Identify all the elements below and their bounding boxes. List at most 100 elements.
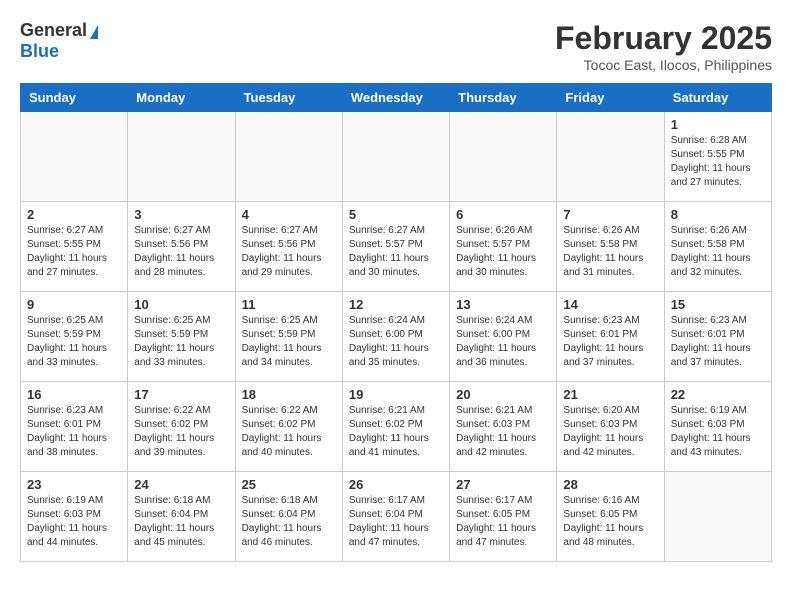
day-cell: 18 Sunrise: 6:22 AMSunset: 6:02 PMDayligh… [235, 382, 342, 472]
header-wednesday: Wednesday [342, 84, 449, 112]
day-info: Sunrise: 6:18 AMSunset: 6:04 PMDaylight:… [242, 494, 336, 550]
header-monday: Monday [128, 84, 235, 112]
day-info: Sunrise: 6:17 AMSunset: 6:05 PMDaylight:… [456, 494, 550, 550]
day-cell [235, 112, 342, 202]
day-number: 27 [456, 477, 550, 492]
day-cell: 27 Sunrise: 6:17 AMSunset: 6:05 PMDayligh… [450, 472, 557, 562]
day-cell [21, 112, 128, 202]
day-number: 18 [242, 387, 336, 402]
day-number: 1 [671, 117, 765, 132]
day-info: Sunrise: 6:23 AMSunset: 6:01 PMDaylight:… [563, 314, 657, 370]
day-cell: 14Sunrise: 6:23 AMSunset: 6:01 PMDayligh… [557, 292, 664, 382]
day-cell: 22 Sunrise: 6:19 AMSunset: 6:03 PMDayligh… [664, 382, 771, 472]
day-number: 26 [349, 477, 443, 492]
week-row-3: 9Sunrise: 6:25 AMSunset: 5:59 PMDaylight… [21, 292, 772, 382]
day-number: 6 [456, 207, 550, 222]
day-cell: 8Sunrise: 6:26 AMSunset: 5:58 PMDaylight… [664, 202, 771, 292]
day-info: Sunrise: 6:23 AMSunset: 6:01 PMDaylight:… [671, 314, 765, 370]
header-thursday: Thursday [450, 84, 557, 112]
logo-top: General [20, 20, 98, 41]
day-number: 23 [27, 477, 121, 492]
day-info: Sunrise: 6:27 AMSunset: 5:55 PMDaylight:… [27, 224, 121, 280]
day-info: Sunrise: 6:27 AMSunset: 5:56 PMDaylight:… [134, 224, 228, 280]
day-info: Sunrise: 6:21 AMSunset: 6:02 PMDaylight:… [349, 404, 443, 460]
logo-triangle-icon [90, 25, 98, 39]
day-number: 25 [242, 477, 336, 492]
day-info: Sunrise: 6:25 AMSunset: 5:59 PMDaylight:… [27, 314, 121, 370]
header-sunday: Sunday [21, 84, 128, 112]
day-cell: 11 Sunrise: 6:25 AMSunset: 5:59 PMDayligh… [235, 292, 342, 382]
header-row: SundayMondayTuesdayWednesdayThursdayFrid… [21, 84, 772, 112]
day-info: Sunrise: 6:25 AMSunset: 5:59 PMDaylight:… [242, 314, 336, 370]
day-info: Sunrise: 6:28 AMSunset: 5:55 PMDaylight:… [671, 134, 765, 190]
calendar-table: SundayMondayTuesdayWednesdayThursdayFrid… [20, 83, 772, 562]
day-number: 4 [242, 207, 336, 222]
day-cell: 3 Sunrise: 6:27 AMSunset: 5:56 PMDaylight… [128, 202, 235, 292]
day-number: 12 [349, 297, 443, 312]
day-cell: 25 Sunrise: 6:18 AMSunset: 6:04 PMDayligh… [235, 472, 342, 562]
day-cell: 17 Sunrise: 6:22 AMSunset: 6:02 PMDayligh… [128, 382, 235, 472]
day-cell: 20 Sunrise: 6:21 AMSunset: 6:03 PMDayligh… [450, 382, 557, 472]
week-row-4: 16Sunrise: 6:23 AMSunset: 6:01 PMDayligh… [21, 382, 772, 472]
day-cell: 19 Sunrise: 6:21 AMSunset: 6:02 PMDayligh… [342, 382, 449, 472]
day-number: 15 [671, 297, 765, 312]
day-cell: 26 Sunrise: 6:17 AMSunset: 6:04 PMDayligh… [342, 472, 449, 562]
logo-general-text: General [20, 20, 87, 40]
day-info: Sunrise: 6:24 AMSunset: 6:00 PMDaylight:… [456, 314, 550, 370]
day-cell: 7 Sunrise: 6:26 AMSunset: 5:58 PMDaylight… [557, 202, 664, 292]
week-row-2: 2Sunrise: 6:27 AMSunset: 5:55 PMDaylight… [21, 202, 772, 292]
day-cell [664, 472, 771, 562]
day-number: 24 [134, 477, 228, 492]
day-cell: 6 Sunrise: 6:26 AMSunset: 5:57 PMDaylight… [450, 202, 557, 292]
day-info: Sunrise: 6:25 AMSunset: 5:59 PMDaylight:… [134, 314, 228, 370]
day-cell [128, 112, 235, 202]
day-info: Sunrise: 6:22 AMSunset: 6:02 PMDaylight:… [242, 404, 336, 460]
logo: General Blue [20, 20, 98, 62]
day-cell: 15 Sunrise: 6:23 AMSunset: 6:01 PMDayligh… [664, 292, 771, 382]
day-cell: 23 Sunrise: 6:19 AMSunset: 6:03 PMDayligh… [21, 472, 128, 562]
day-info: Sunrise: 6:17 AMSunset: 6:04 PMDaylight:… [349, 494, 443, 550]
day-cell: 4 Sunrise: 6:27 AMSunset: 5:56 PMDaylight… [235, 202, 342, 292]
day-cell: 24 Sunrise: 6:18 AMSunset: 6:04 PMDayligh… [128, 472, 235, 562]
day-info: Sunrise: 6:23 AMSunset: 6:01 PMDaylight:… [27, 404, 121, 460]
day-info: Sunrise: 6:24 AMSunset: 6:00 PMDaylight:… [349, 314, 443, 370]
header-tuesday: Tuesday [235, 84, 342, 112]
logo-bottom: Blue [20, 41, 59, 62]
day-number: 20 [456, 387, 550, 402]
day-info: Sunrise: 6:19 AMSunset: 6:03 PMDaylight:… [671, 404, 765, 460]
day-info: Sunrise: 6:19 AMSunset: 6:03 PMDaylight:… [27, 494, 121, 550]
page-header: General Blue February 2025 Tococ East, I… [20, 20, 772, 73]
day-info: Sunrise: 6:27 AMSunset: 5:56 PMDaylight:… [242, 224, 336, 280]
day-info: Sunrise: 6:16 AMSunset: 6:05 PMDaylight:… [563, 494, 657, 550]
day-info: Sunrise: 6:22 AMSunset: 6:02 PMDaylight:… [134, 404, 228, 460]
header-saturday: Saturday [664, 84, 771, 112]
day-cell: 5 Sunrise: 6:27 AMSunset: 5:57 PMDaylight… [342, 202, 449, 292]
day-number: 28 [563, 477, 657, 492]
week-row-1: 1 Sunrise: 6:28 AMSunset: 5:55 PMDaylight… [21, 112, 772, 202]
day-info: Sunrise: 6:26 AMSunset: 5:58 PMDaylight:… [563, 224, 657, 280]
logo-blue-text: Blue [20, 41, 59, 61]
day-number: 22 [671, 387, 765, 402]
day-number: 8 [671, 207, 765, 222]
day-number: 5 [349, 207, 443, 222]
day-number: 19 [349, 387, 443, 402]
day-info: Sunrise: 6:18 AMSunset: 6:04 PMDaylight:… [134, 494, 228, 550]
location: Tococ East, Ilocos, Philippines [555, 57, 772, 73]
day-info: Sunrise: 6:20 AMSunset: 6:03 PMDaylight:… [563, 404, 657, 460]
day-info: Sunrise: 6:26 AMSunset: 5:57 PMDaylight:… [456, 224, 550, 280]
header-friday: Friday [557, 84, 664, 112]
day-info: Sunrise: 6:27 AMSunset: 5:57 PMDaylight:… [349, 224, 443, 280]
day-info: Sunrise: 6:21 AMSunset: 6:03 PMDaylight:… [456, 404, 550, 460]
day-cell: 13Sunrise: 6:24 AMSunset: 6:00 PMDayligh… [450, 292, 557, 382]
day-cell: 21 Sunrise: 6:20 AMSunset: 6:03 PMDayligh… [557, 382, 664, 472]
day-number: 21 [563, 387, 657, 402]
month-title: February 2025 [555, 20, 772, 57]
day-cell [450, 112, 557, 202]
day-number: 11 [242, 297, 336, 312]
day-cell: 9Sunrise: 6:25 AMSunset: 5:59 PMDaylight… [21, 292, 128, 382]
day-cell: 2Sunrise: 6:27 AMSunset: 5:55 PMDaylight… [21, 202, 128, 292]
day-cell: 10Sunrise: 6:25 AMSunset: 5:59 PMDayligh… [128, 292, 235, 382]
day-number: 17 [134, 387, 228, 402]
day-number: 3 [134, 207, 228, 222]
day-number: 7 [563, 207, 657, 222]
